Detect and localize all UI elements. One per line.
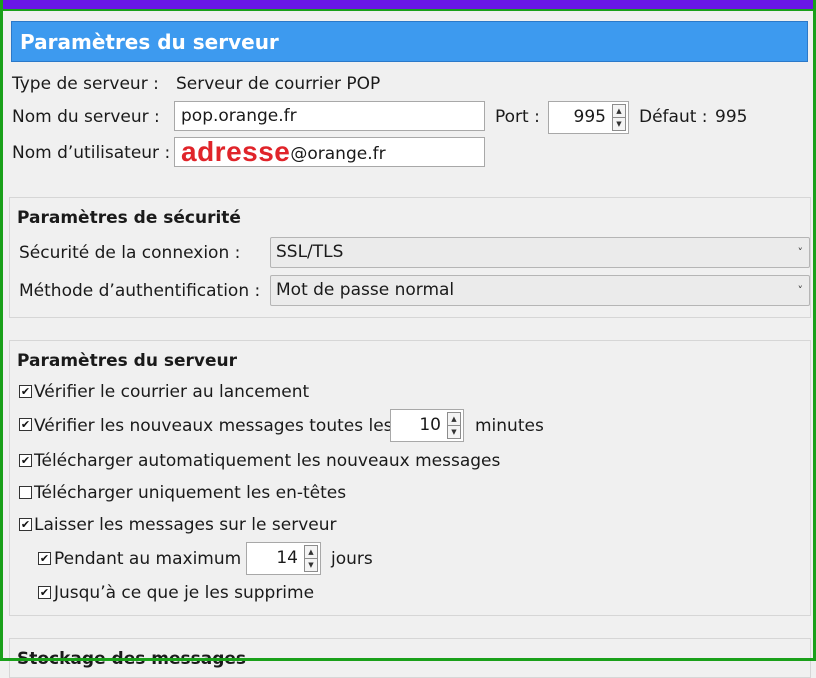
default-port-value: 995 xyxy=(715,107,748,127)
port-up-icon[interactable]: ▲ xyxy=(612,104,626,118)
server-name-label: Nom du serveur : xyxy=(12,107,160,127)
days-up-icon[interactable]: ▲ xyxy=(304,545,318,559)
username-placeholder-word: adresse xyxy=(181,136,291,167)
headers-only-checkbox[interactable] xyxy=(19,486,32,499)
interval-down-icon[interactable]: ▼ xyxy=(447,426,461,439)
leave-on-server-checkbox[interactable]: ✔ xyxy=(19,518,32,531)
window-top-strip xyxy=(0,0,816,11)
port-down-icon[interactable]: ▼ xyxy=(612,118,626,131)
storage-group-title: Stockage des messages xyxy=(17,649,247,669)
leave-on-server-label[interactable]: Laisser les messages sur le serveur xyxy=(34,514,336,536)
port-stepper[interactable]: 995 ▲ ▼ xyxy=(548,101,629,134)
default-port-label: Défaut : xyxy=(639,107,708,127)
max-days-label[interactable]: Pendant au maximum xyxy=(54,548,241,570)
max-days-unit: jours xyxy=(331,549,373,569)
check-every-label[interactable]: Vérifier les nouveaux messages toutes le… xyxy=(34,415,393,437)
chevron-down-icon: ˅ xyxy=(797,246,804,259)
connection-security-select[interactable]: SSL/TLS ˅ xyxy=(270,237,810,268)
server-name-input[interactable]: pop.orange.fr xyxy=(174,101,485,131)
auto-download-label[interactable]: Télécharger automatiquement les nouveaux… xyxy=(34,450,500,472)
port-label: Port : xyxy=(495,107,540,127)
check-on-start-checkbox[interactable]: ✔ xyxy=(19,385,32,398)
interval-up-icon[interactable]: ▲ xyxy=(447,412,461,426)
auth-method-value: Mot de passe normal xyxy=(276,280,455,300)
check-every-checkbox[interactable]: ✔ xyxy=(19,418,32,431)
connection-security-value: SSL/TLS xyxy=(276,242,344,262)
security-group-title: Paramètres de sécurité xyxy=(17,208,241,228)
until-deleted-checkbox[interactable]: ✔ xyxy=(38,586,51,599)
server-type-label: Type de serveur : xyxy=(12,74,159,94)
auth-method-label: Méthode d’authentification : xyxy=(19,281,261,301)
max-days-checkbox[interactable]: ✔ xyxy=(38,552,51,565)
check-interval-value: 10 xyxy=(419,415,441,435)
username-input[interactable]: adresse@orange.fr xyxy=(174,137,485,167)
max-days-value: 14 xyxy=(276,548,298,568)
server-settings-title: Paramètres du serveur xyxy=(17,351,237,371)
max-days-stepper[interactable]: 14 ▲ ▼ xyxy=(246,542,321,575)
port-value: 995 xyxy=(573,107,606,127)
auth-method-select[interactable]: Mot de passe normal ˅ xyxy=(270,275,810,306)
auto-download-checkbox[interactable]: ✔ xyxy=(19,454,32,467)
connection-security-label: Sécurité de la connexion : xyxy=(19,243,241,263)
days-down-icon[interactable]: ▼ xyxy=(304,559,318,572)
until-deleted-label[interactable]: Jusqu’à ce que je les supprime xyxy=(54,582,314,604)
headers-only-label[interactable]: Télécharger uniquement les en-têtes xyxy=(34,482,346,504)
check-interval-stepper[interactable]: 10 ▲ ▼ xyxy=(390,409,464,442)
chevron-down-icon: ˅ xyxy=(797,284,804,297)
username-domain: @orange.fr xyxy=(290,144,386,164)
username-label: Nom d’utilisateur : xyxy=(12,143,171,163)
page-title: Paramètres du serveur xyxy=(11,21,808,62)
check-interval-unit: minutes xyxy=(475,416,544,436)
server-type-value: Serveur de courrier POP xyxy=(176,74,381,94)
check-on-start-label[interactable]: Vérifier le courrier au lancement xyxy=(34,381,309,403)
